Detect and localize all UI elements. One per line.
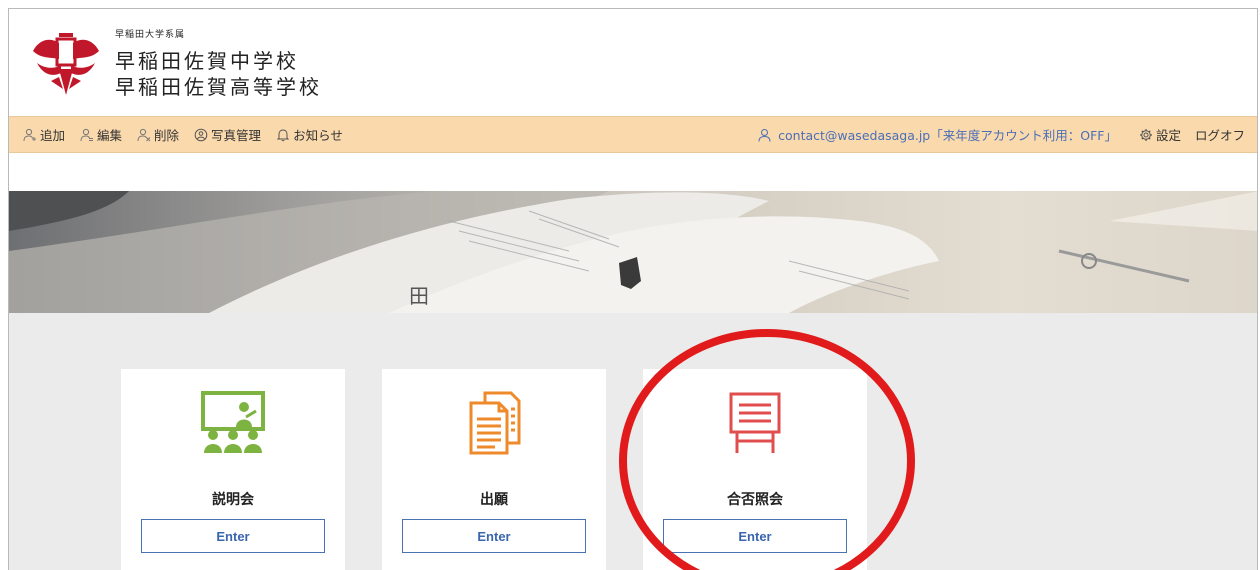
logoff-button[interactable]: ログオフ — [1195, 125, 1245, 144]
delete-button[interactable]: 削除 — [137, 125, 179, 144]
card-title: 出願 — [480, 492, 508, 508]
school-logo[interactable]: 早稲田大学系属 早稲田佐賀中学校 早稲田佐賀高等学校 — [29, 23, 389, 115]
card-result-inquiry[interactable]: 合否照会 Enter — [643, 369, 867, 570]
account-info[interactable]: contact@wasedasaga.jp「来年度アカウント利用：OFF」 — [758, 125, 1117, 144]
documents-icon — [469, 391, 521, 455]
brand-affiliation: 早稲田大学系属 — [115, 30, 186, 40]
bell-icon — [276, 128, 290, 141]
application-enter-button[interactable]: Enter — [402, 519, 586, 553]
toolbar-actions: 追加 編集 削除 写真管理 お知らせ — [23, 125, 358, 144]
toolbar: 追加 編集 削除 写真管理 お知らせ contact@wasedasaga.jp… — [9, 116, 1257, 153]
delete-user-icon — [137, 128, 151, 141]
settings-button[interactable]: 設定 — [1139, 125, 1181, 144]
app-window: 早稲田大学系属 早稲田佐賀中学校 早稲田佐賀高等学校 追加 編集 削除 写真管理… — [8, 8, 1258, 570]
hero-banner: 田 — [9, 191, 1257, 313]
briefing-enter-button[interactable]: Enter — [141, 519, 325, 553]
result-inquiry-enter-button[interactable]: Enter — [663, 519, 847, 553]
presentation-icon — [201, 391, 265, 453]
brand-junior-high-name: 早稲田佐賀中学校 — [115, 49, 299, 73]
hero-books-image: 田 — [9, 191, 1257, 313]
school-crest-icon — [33, 33, 99, 95]
photo-manage-label: 写真管理 — [211, 128, 262, 143]
add-label: 追加 — [40, 128, 66, 143]
photo-manage-button[interactable]: 写真管理 — [194, 125, 261, 144]
add-user-icon — [23, 128, 36, 141]
notice-board-icon — [729, 392, 781, 453]
gear-icon — [1139, 128, 1152, 141]
edit-button[interactable]: 編集 — [80, 125, 122, 144]
account-text: contact@wasedasaga.jp「来年度アカウント利用：OFF」 — [778, 128, 1117, 143]
toolbar-account: contact@wasedasaga.jp「来年度アカウント利用：OFF」 設定… — [758, 125, 1245, 144]
notice-label: お知らせ — [293, 128, 343, 143]
card-title: 合否照会 — [727, 492, 783, 508]
card-title: 説明会 — [212, 492, 254, 508]
notice-button[interactable]: お知らせ — [276, 125, 343, 144]
settings-label: 設定 — [1155, 128, 1181, 143]
card-briefing[interactable]: 説明会 Enter — [121, 369, 345, 570]
brand-high-school-name: 早稲田佐賀高等学校 — [115, 75, 322, 99]
card-application[interactable]: 出願 Enter — [382, 369, 606, 570]
photo-manage-icon — [194, 128, 208, 141]
edit-user-icon — [80, 128, 94, 141]
user-icon — [758, 128, 771, 142]
main-menu-area: 説明会 Enter 出願 Enter 合否照会 Enter — [9, 313, 1257, 570]
add-button[interactable]: 追加 — [23, 125, 65, 144]
svg-text:田: 田 — [409, 284, 429, 308]
delete-label: 削除 — [154, 128, 180, 143]
edit-label: 編集 — [97, 128, 123, 143]
